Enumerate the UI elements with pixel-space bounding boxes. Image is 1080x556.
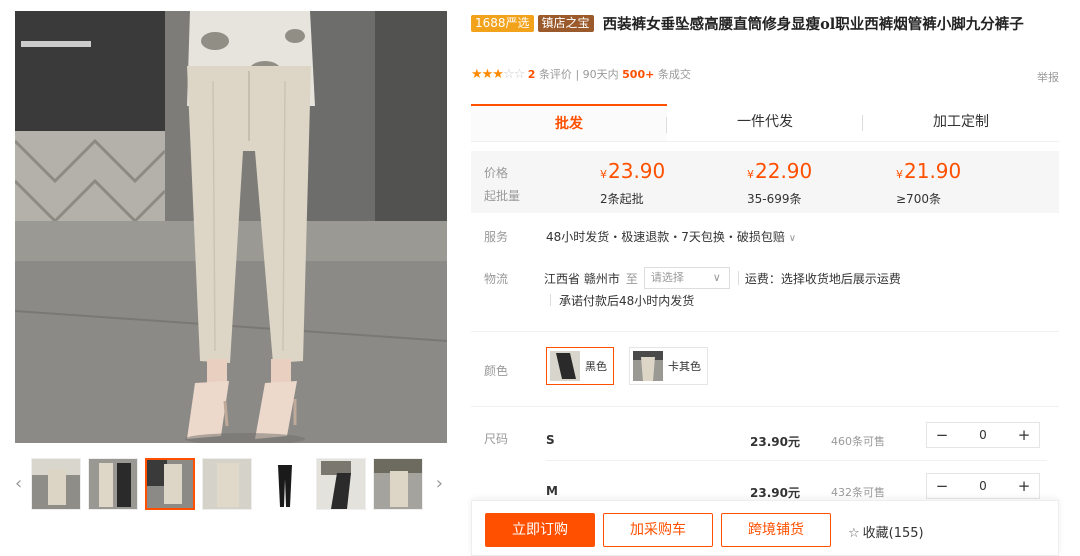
size-name: M [546,484,558,498]
thumbnail[interactable] [31,458,81,510]
tier-qty: 2条起批 [600,192,644,206]
action-bar: 立即订购 加采购车 跨境铺货 ☆ 收藏(155) [471,500,1059,556]
price-tier: ¥21.90 ≥700条 [896,159,962,206]
tag-1688-selected: 1688严选 [471,15,534,32]
sales-label: 条成交 [657,68,691,81]
color-label: 颜色 [484,364,509,378]
tier-price: 21.90 [904,159,962,183]
size-row: S 23.90元 460条可售 − 0 + [471,421,1059,461]
plus-icon[interactable]: + [1009,474,1039,498]
thumb-next-icon[interactable]: › [436,474,443,494]
destination-select[interactable]: 请选择 ∨ [643,267,730,289]
service-label: 服务 [484,230,509,244]
thumbnail-strip: ‹ › [15,458,447,512]
star-outline-icon: ☆ [848,526,860,541]
price-tier-box: 价格 起批量 ¥23.90 2条起批 ¥22.90 35-699条 ¥21.90… [471,151,1059,213]
logistics-row: 江西省 赣州市 至 请选择 ∨ 运费：选择收货地后展示运费 [544,267,901,289]
ship-origin: 江西省 赣州市 [544,271,620,286]
review-label: 条评价 [538,68,572,81]
sales-period: 90天内 [582,68,619,81]
service-text: 48小时发货・极速退款・7天包换・破损包赔 [546,230,785,244]
shipping-promise: 承诺付款后48小时内发货 [550,292,694,309]
size-price: 23.90元 [750,486,800,500]
quantity-input[interactable]: 0 [957,423,1009,447]
minus-icon[interactable]: − [927,423,957,447]
shipping-fee-text: 运费：选择收货地后展示运费 [744,271,901,286]
star-rating-icon: ★★★☆☆ [471,67,525,82]
thumbnail[interactable] [373,458,423,510]
quantity-stepper: − 0 + [926,473,1040,499]
thumbnail[interactable] [88,458,138,510]
min-qty-label: 起批量 [484,189,521,203]
product-main-image[interactable] [15,11,447,443]
thumb-prev-icon[interactable]: ‹ [15,474,22,494]
price-label: 价格 [484,166,509,180]
price-tier: ¥22.90 35-699条 [747,159,813,206]
product-title: 1688严选 镇店之宝 西装裤女垂坠感高腰直筒修身显瘦ol职业西裤烟管裤小脚九分裤… [471,13,1051,37]
purchase-mode-tabs: 批发 一件代发 加工定制 [471,104,1059,142]
plus-icon[interactable]: + [1009,423,1039,447]
thumbnail-selected[interactable] [145,458,195,510]
logistics-label: 物流 [484,272,509,286]
minus-icon[interactable]: − [927,474,957,498]
quantity-stepper: − 0 + [926,422,1040,448]
price-tier: ¥23.90 2条起批 [600,159,666,206]
add-to-cart-button[interactable]: 加采购车 [603,513,713,547]
tab-dropship[interactable]: 一件代发 [667,104,863,141]
size-stock: 432条可售 [831,486,885,499]
tier-price: 23.90 [608,159,666,183]
tab-custom-processing[interactable]: 加工定制 [863,104,1059,141]
color-option-black[interactable]: 黑色 [546,347,614,385]
sales-count: 500+ [622,68,655,81]
tier-qty: 35-699条 [747,192,802,206]
ship-to-label: 至 [625,271,638,286]
product-title-text: 西装裤女垂坠感高腰直筒修身显瘦ol职业西裤烟管裤小脚九分裤子 [602,16,1024,33]
tab-wholesale[interactable]: 批发 [471,104,667,141]
favorite-button[interactable]: ☆ 收藏(155) [848,522,924,541]
color-option-khaki[interactable]: 卡其色 [629,347,708,385]
thumbnail[interactable] [259,458,309,510]
report-link[interactable]: 举报 [1037,69,1059,85]
size-name: S [546,433,555,447]
review-count[interactable]: 2 [528,68,536,81]
service-info[interactable]: 48小时发货・极速退款・7天包换・破损包赔 ∨ [546,228,796,245]
quantity-input[interactable]: 0 [957,474,1009,498]
tier-qty: ≥700条 [896,192,941,206]
cross-border-button[interactable]: 跨境铺货 [721,513,831,547]
chevron-down-icon: ∨ [712,271,721,284]
rating-row: ★★★☆☆ 2 条评价 | 90天内 500+ 条成交 举报 [471,66,1059,84]
size-stock: 460条可售 [831,435,885,448]
buy-now-button[interactable]: 立即订购 [485,513,595,547]
tier-price: 22.90 [755,159,813,183]
tag-shop-treasure: 镇店之宝 [537,15,594,32]
thumbnail[interactable] [202,458,252,510]
thumbnail[interactable] [316,458,366,510]
size-price: 23.90元 [750,435,800,449]
chevron-down-icon[interactable]: ∨ [789,233,796,244]
rating-separator: | [575,68,580,81]
